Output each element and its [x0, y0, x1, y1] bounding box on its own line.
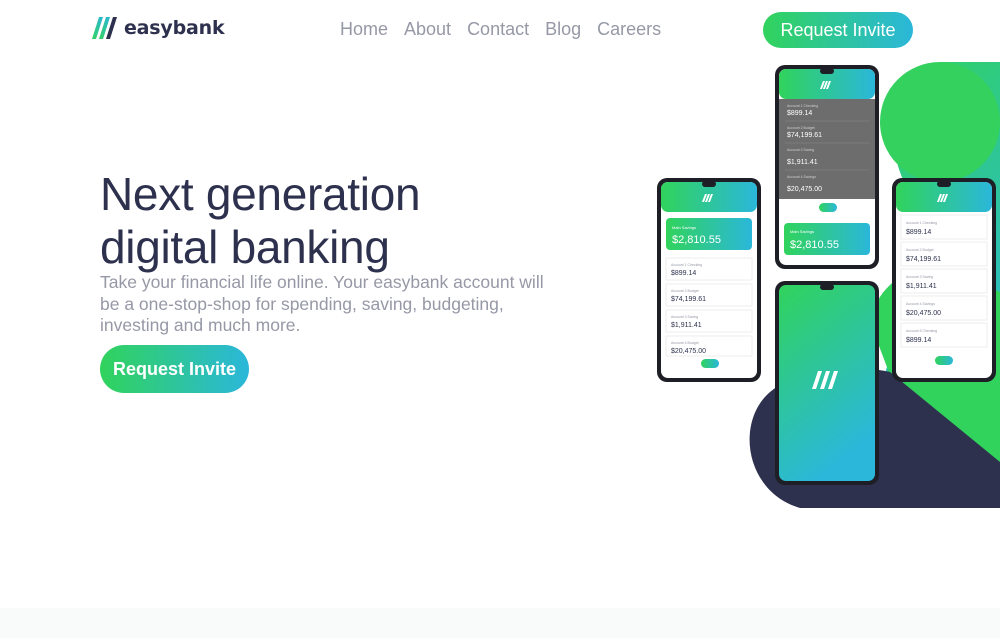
svg-text:Main Savings: Main Savings: [790, 229, 814, 234]
svg-text:$899.14: $899.14: [671, 270, 696, 277]
easybank-logo-icon: [92, 17, 117, 39]
phone-bottom: [775, 281, 879, 485]
landing-page: easybank Home About Contact Blog Careers…: [0, 0, 1000, 638]
svg-text:Account 3 Saving: Account 3 Saving: [787, 148, 814, 152]
svg-text:$74,199.61: $74,199.61: [906, 256, 941, 263]
svg-text:Account 5 Checking: Account 5 Checking: [906, 329, 937, 333]
svg-text:Main Savings: Main Savings: [672, 225, 696, 230]
phone-left: Main Savings $2,810.55 Account 1 Checkin…: [657, 178, 761, 382]
main-nav: Home About Contact Blog Careers: [340, 19, 661, 40]
svg-text:Account 1 Checking: Account 1 Checking: [906, 221, 937, 225]
svg-text:$2,810.55: $2,810.55: [672, 234, 721, 246]
hero-title-line-1: Next generation: [100, 168, 421, 220]
svg-text:Account 4 Savings: Account 4 Savings: [906, 302, 935, 306]
nav-link-careers[interactable]: Careers: [597, 19, 661, 40]
hero-subtitle: Take your financial life online. Your ea…: [100, 272, 544, 335]
svg-text:Account 2 Budget: Account 2 Budget: [671, 289, 699, 293]
hero-request-invite-button[interactable]: Request Invite: [100, 345, 249, 393]
hero-title: Next generation digital banking: [100, 168, 520, 274]
brand-name: easybank: [124, 17, 225, 39]
svg-text:Account 1 Checking: Account 1 Checking: [671, 263, 702, 267]
next-section-band: [0, 608, 1000, 638]
nav-link-contact[interactable]: Contact: [467, 19, 529, 40]
phones-mockup-image: Account 1 Checking $899.14 Account 2 Bud…: [657, 62, 1000, 508]
svg-text:$20,475.00: $20,475.00: [787, 186, 822, 193]
phone-right: Account 1 Checking $899.14 Account 2 Bud…: [892, 178, 996, 382]
svg-text:$20,475.00: $20,475.00: [906, 310, 941, 317]
svg-text:Account 1 Checking: Account 1 Checking: [787, 104, 818, 108]
nav-link-home[interactable]: Home: [340, 19, 388, 40]
hero-title-line-2: digital banking: [100, 221, 390, 273]
svg-text:$1,911.41: $1,911.41: [787, 159, 818, 166]
hero-illustration: Account 1 Checking $899.14 Account 2 Bud…: [640, 62, 1000, 508]
nav-link-about[interactable]: About: [404, 19, 451, 40]
svg-text:Account 4 Budget: Account 4 Budget: [671, 341, 699, 345]
svg-text:$20,475.00: $20,475.00: [671, 348, 706, 355]
svg-text:$2,810.55: $2,810.55: [790, 239, 839, 251]
svg-text:$1,911.41: $1,911.41: [671, 322, 702, 329]
svg-text:Account 3 Saving: Account 3 Saving: [671, 315, 698, 319]
site-header: easybank Home About Contact Blog Careers…: [0, 0, 1000, 62]
header-request-invite-button[interactable]: Request Invite: [763, 12, 913, 48]
phone-top: Account 1 Checking $899.14 Account 2 Bud…: [775, 65, 879, 269]
svg-text:$74,199.61: $74,199.61: [787, 132, 822, 139]
svg-text:Account 2 Budget: Account 2 Budget: [906, 248, 934, 252]
svg-text:$899.14: $899.14: [906, 229, 931, 236]
svg-text:$899.14: $899.14: [787, 110, 812, 117]
svg-text:Account 4 Savings: Account 4 Savings: [787, 175, 816, 179]
brand-logo[interactable]: easybank: [92, 16, 225, 40]
svg-text:$74,199.61: $74,199.61: [671, 296, 706, 303]
svg-text:Account 3 Saving: Account 3 Saving: [906, 275, 933, 279]
svg-text:$899.14: $899.14: [906, 337, 931, 344]
svg-text:$1,911.41: $1,911.41: [906, 283, 937, 290]
nav-link-blog[interactable]: Blog: [545, 19, 581, 40]
svg-text:Account 2 Budget: Account 2 Budget: [787, 126, 815, 130]
